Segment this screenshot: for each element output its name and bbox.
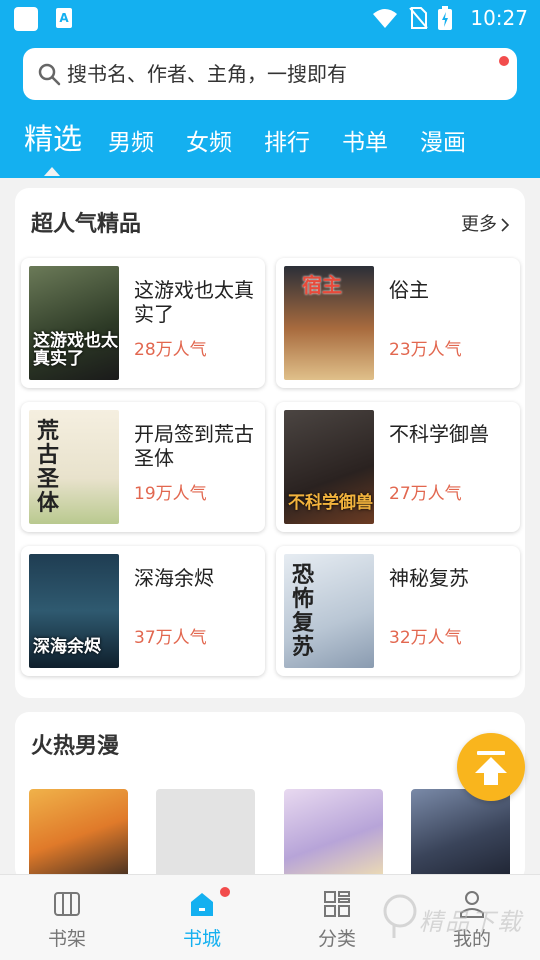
book-popularity: 28万人气 bbox=[134, 340, 207, 360]
tab-ranking[interactable]: 排行 bbox=[264, 128, 310, 158]
section-title: 火热男漫 bbox=[31, 734, 120, 759]
nav-label: 分类 bbox=[317, 928, 356, 950]
tab-booklist[interactable]: 书单 bbox=[342, 128, 388, 158]
comic-cover[interactable] bbox=[29, 789, 128, 882]
watermark-logo-icon bbox=[383, 894, 417, 938]
a-notification-icon: A bbox=[56, 8, 72, 28]
book-card[interactable]: 宿主 俗主 23万人气 bbox=[276, 258, 520, 388]
book-popularity: 27万人气 bbox=[389, 484, 462, 504]
nav-bookshelf[interactable]: 书架 bbox=[27, 889, 107, 955]
wifi-icon bbox=[373, 9, 397, 28]
comic-cover[interactable] bbox=[411, 789, 510, 882]
cover-title: 不科学御兽 bbox=[288, 493, 373, 513]
battery-icon bbox=[438, 6, 452, 30]
book-card[interactable]: 恐怖复苏 神秘复苏 32万人气 bbox=[276, 546, 520, 676]
tab-male[interactable]: 男频 bbox=[108, 128, 154, 158]
arrow-up-icon bbox=[475, 751, 507, 785]
book-card[interactable]: 荒古圣体 开局签到荒古圣体 19万人气 bbox=[21, 402, 265, 532]
book-cover: 深海余烬 bbox=[29, 554, 119, 668]
active-tab-indicator bbox=[44, 167, 60, 176]
book-title: 神秘复苏 bbox=[389, 566, 469, 590]
status-bar: A 10:27 bbox=[0, 0, 540, 36]
book-card[interactable]: 不科学御兽 不科学御兽 27万人气 bbox=[276, 402, 520, 532]
chevron-right-icon bbox=[501, 218, 509, 232]
tab-featured[interactable]: 精选 bbox=[24, 124, 82, 154]
watermark-text: 精品下载 bbox=[419, 908, 523, 936]
book-popularity: 23万人气 bbox=[389, 340, 462, 360]
book-popularity: 32万人气 bbox=[389, 628, 462, 648]
search-bar[interactable]: 搜书名、作者、主角，一搜即有 bbox=[23, 48, 517, 100]
notification-dot bbox=[220, 887, 230, 897]
book-title: 不科学御兽 bbox=[389, 422, 489, 446]
tab-comics[interactable]: 漫画 bbox=[420, 128, 466, 158]
book-title: 俗主 bbox=[389, 278, 429, 302]
cover-title: 这游戏也太真实了 bbox=[33, 331, 118, 369]
nav-label: 书城 bbox=[182, 928, 221, 950]
search-icon bbox=[38, 63, 61, 86]
clock: 10:27 bbox=[470, 6, 528, 30]
cover-title: 深海余烬 bbox=[33, 637, 101, 657]
notification-dot bbox=[499, 56, 509, 66]
nav-label: 书架 bbox=[47, 928, 86, 950]
category-icon bbox=[324, 891, 350, 917]
search-placeholder: 搜书名、作者、主角，一搜即有 bbox=[67, 62, 347, 86]
book-cover: 恐怖复苏 bbox=[284, 554, 374, 668]
more-label: 更多 bbox=[461, 214, 497, 235]
comic-cover[interactable] bbox=[284, 789, 383, 882]
bookstore-icon bbox=[191, 893, 213, 916]
book-title: 深海余烬 bbox=[134, 566, 214, 590]
book-cover: 宿主 bbox=[284, 266, 374, 380]
book-title: 开局签到荒古圣体 bbox=[134, 422, 254, 470]
tab-female[interactable]: 女频 bbox=[186, 128, 232, 158]
bookshelf-icon bbox=[54, 892, 80, 916]
cover-title: 恐怖复苏 bbox=[292, 563, 315, 660]
section-title: 超人气精品 bbox=[31, 212, 142, 237]
comic-cover[interactable] bbox=[156, 789, 255, 882]
no-sim-icon bbox=[409, 7, 428, 29]
app-notification-icon bbox=[14, 7, 38, 31]
book-card[interactable]: 这游戏也太真实了 这游戏也太真实了 28万人气 bbox=[21, 258, 265, 388]
book-cover: 这游戏也太真实了 bbox=[29, 266, 119, 380]
comics-section: 火热男漫 bbox=[15, 712, 525, 882]
book-popularity: 19万人气 bbox=[134, 484, 207, 504]
header: A 10:27 搜书名、作者、主角，一搜即有 精选 男频 女频 排行 书单 漫画 bbox=[0, 0, 540, 178]
cover-title: 荒古圣体 bbox=[37, 419, 60, 516]
watermark: 精品下载 bbox=[383, 888, 533, 948]
book-title: 这游戏也太真实了 bbox=[134, 278, 254, 326]
book-cover: 荒古圣体 bbox=[29, 410, 119, 524]
nav-bookstore[interactable]: 书城 bbox=[162, 887, 242, 955]
book-card[interactable]: 深海余烬 深海余烬 37万人气 bbox=[21, 546, 265, 676]
nav-category[interactable]: 分类 bbox=[297, 889, 377, 955]
book-cover: 不科学御兽 bbox=[284, 410, 374, 524]
cover-title: 宿主 bbox=[302, 273, 342, 297]
book-popularity: 37万人气 bbox=[134, 628, 207, 648]
category-tabs: 精选 男频 女频 排行 书单 漫画 bbox=[0, 118, 540, 178]
popular-section: 超人气精品 更多 这游戏也太真实了 这游戏也太真实了 28万人气 宿主 俗主 2… bbox=[15, 188, 525, 698]
back-to-top-button[interactable] bbox=[457, 733, 525, 801]
more-link[interactable]: 更多 bbox=[461, 212, 509, 238]
